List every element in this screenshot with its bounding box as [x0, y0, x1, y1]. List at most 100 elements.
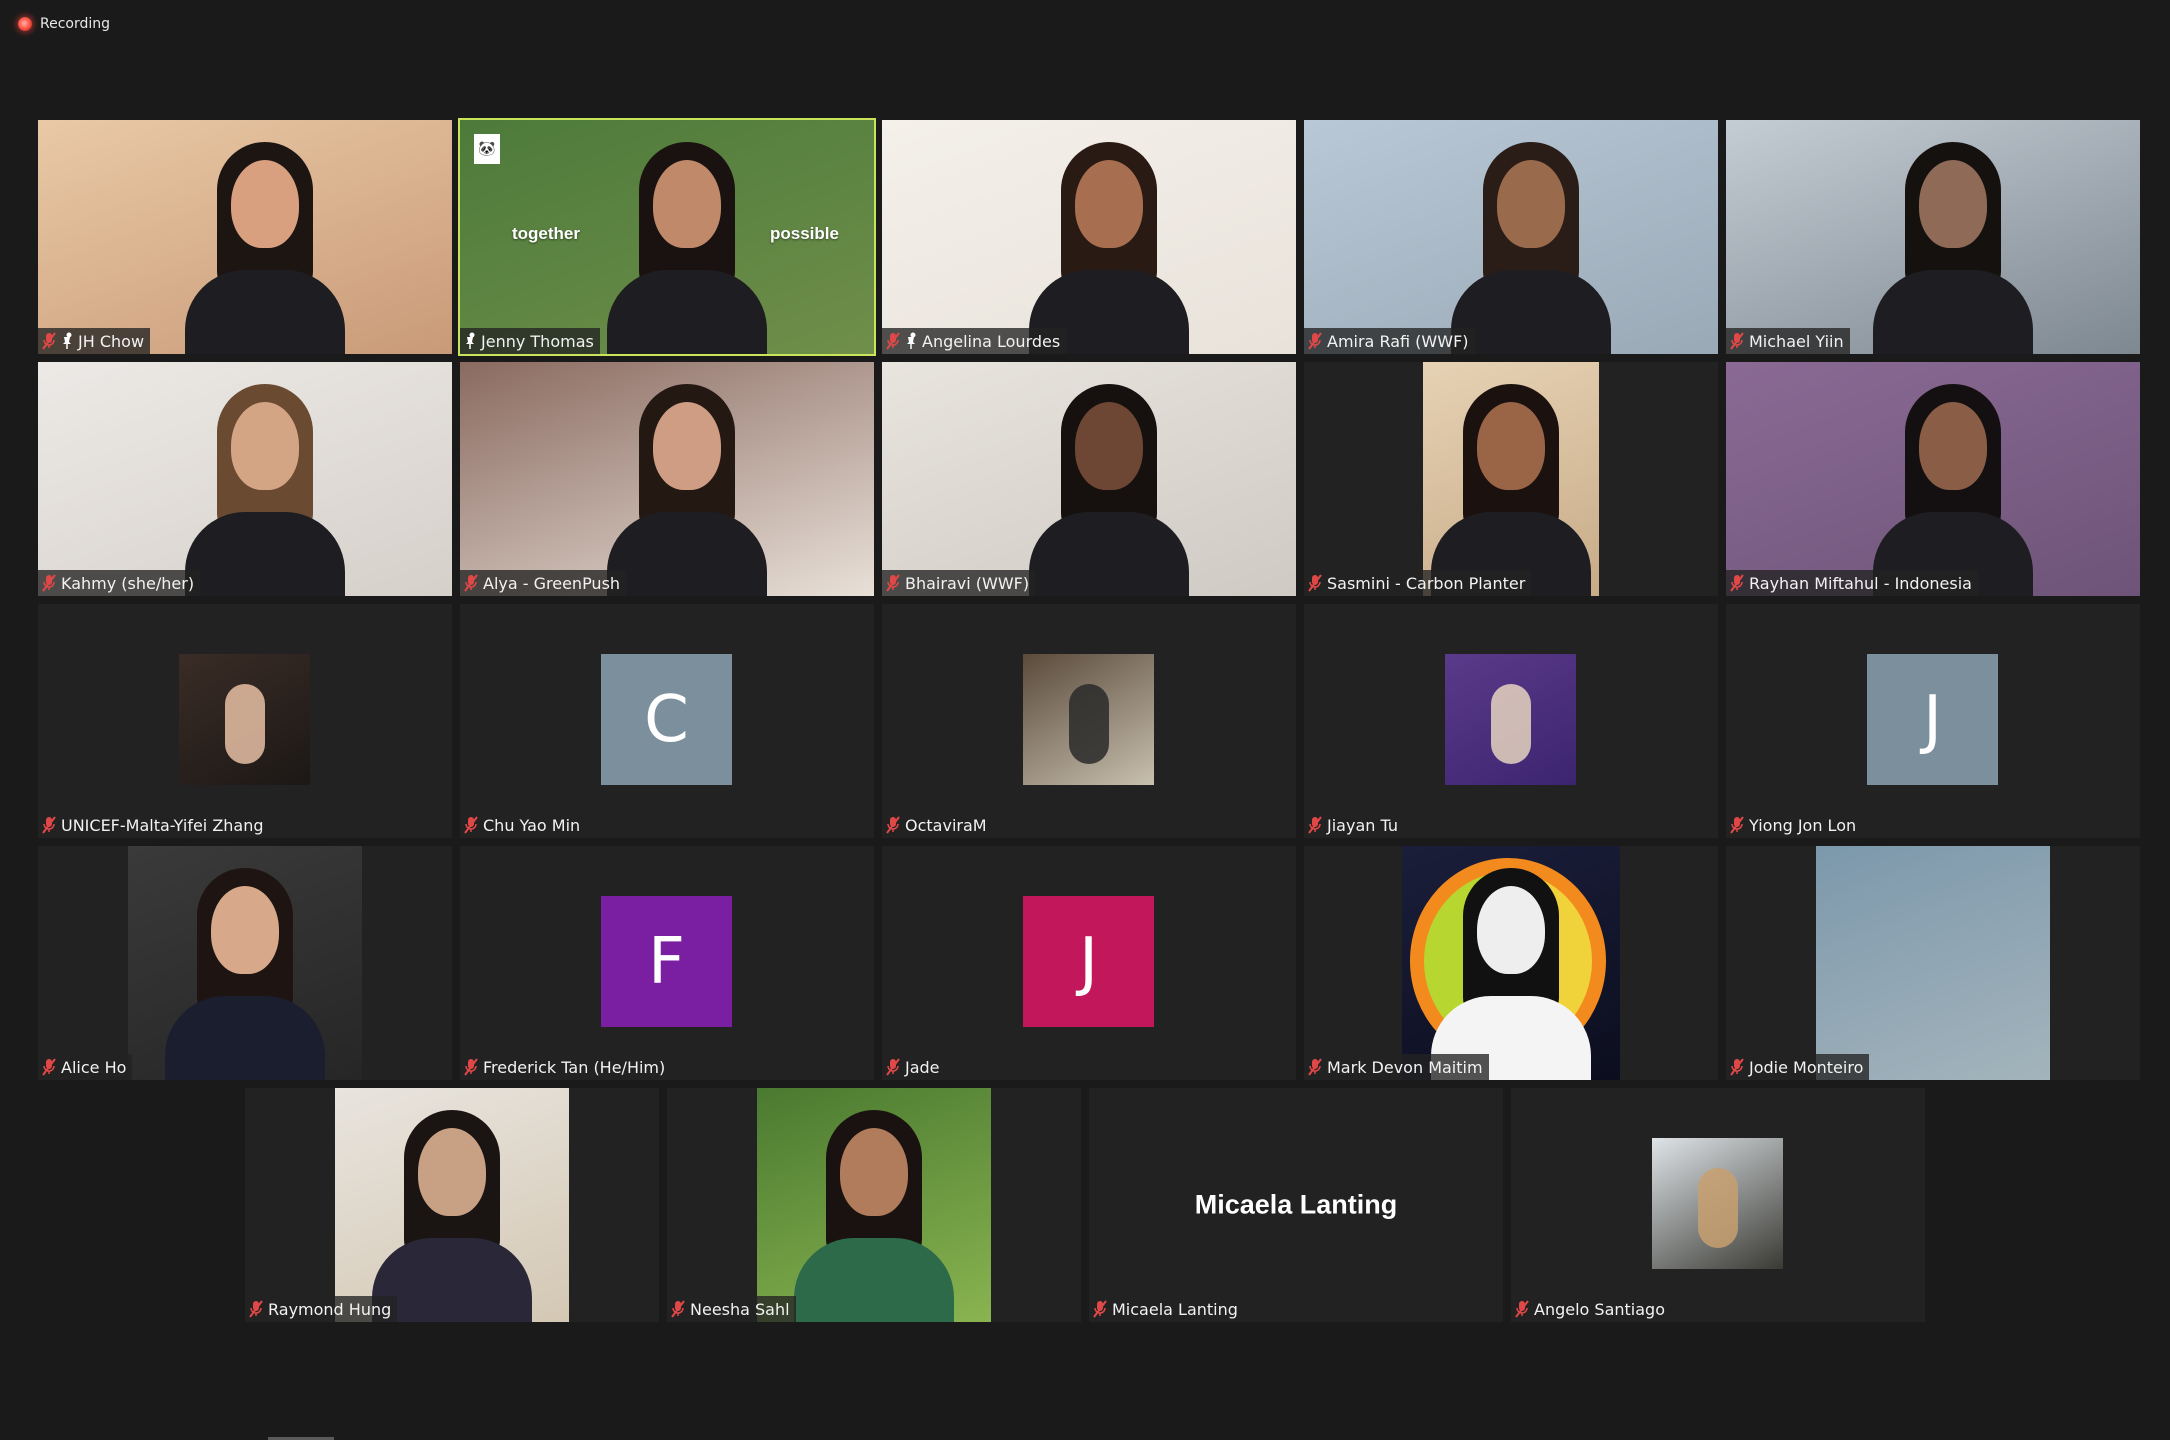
participant-name-label: OctaviraM	[882, 812, 993, 838]
participant-tile[interactable]: J Jade	[882, 846, 1296, 1080]
participant-tile[interactable]: Bhairavi (WWF)	[882, 362, 1296, 596]
person-body	[607, 270, 767, 354]
mic-muted-icon	[1730, 1058, 1744, 1076]
person-body	[1451, 270, 1611, 354]
participant-name-label: Raymond Hung	[245, 1296, 398, 1322]
participant-tile[interactable]: Micaela Lanting Micaela Lanting	[1089, 1088, 1503, 1322]
avatar-initial: F	[601, 896, 732, 1027]
video-feed	[1726, 362, 2140, 596]
video-feed	[1816, 846, 2050, 1080]
participant-name-label: Jodie Monteiro	[1726, 1054, 1870, 1080]
video-feed	[882, 120, 1296, 354]
participant-tile[interactable]: Sasmini - Carbon Planter	[1304, 362, 1718, 596]
participant-name: Chu Yao Min	[483, 815, 581, 835]
participant-name: Mark Devon Maitim	[1327, 1057, 1483, 1077]
participant-tile[interactable]: J Yiong Jon Lon	[1726, 604, 2140, 838]
participant-name: Micaela Lanting	[1112, 1299, 1238, 1319]
mic-muted-icon	[1308, 816, 1322, 834]
participant-tile[interactable]: Raymond Hung	[245, 1088, 659, 1322]
mic-muted-icon	[671, 1300, 685, 1318]
person-face	[1919, 402, 1987, 490]
participant-name-label: UNICEF-Malta-Yifei Zhang	[38, 812, 270, 838]
participant-tile[interactable]: Angelo Santiago	[1511, 1088, 1925, 1322]
participant-name: Angelina Lourdes	[922, 331, 1061, 351]
participant-name: Rayhan Miftahul - Indonesia	[1749, 573, 1972, 593]
participant-name: Alya - GreenPush	[483, 573, 621, 593]
avatar-initial: C	[601, 654, 732, 785]
profile-picture	[1652, 1138, 1783, 1269]
mic-muted-icon	[886, 816, 900, 834]
person-body	[185, 270, 345, 354]
video-feed	[128, 846, 362, 1080]
participant-tile[interactable]: F Frederick Tan (He/Him)	[460, 846, 874, 1080]
person-body	[1029, 512, 1189, 596]
participant-gallery: JH Chow together possible 🐼 Jenny Thomas Ange…	[0, 0, 2170, 1440]
participant-name-label: JH Chow	[38, 328, 151, 354]
participant-name-label: Angelina Lourdes	[882, 328, 1067, 354]
video-feed	[335, 1088, 569, 1322]
participant-tile[interactable]: JH Chow	[38, 120, 452, 354]
video-feed	[882, 362, 1296, 596]
person-face	[1477, 402, 1545, 490]
mic-muted-icon	[464, 1058, 478, 1076]
participant-name: Jiayan Tu	[1327, 815, 1398, 835]
participant-name-label: Angelo Santiago	[1511, 1296, 1671, 1322]
participant-name-label: Neesha Sahl	[667, 1296, 796, 1322]
participant-name-label: Bhairavi (WWF)	[882, 570, 1036, 596]
person-body	[1873, 270, 2033, 354]
participant-name: Yiong Jon Lon	[1749, 815, 1857, 835]
person-face	[840, 1128, 908, 1216]
participant-tile[interactable]: Jodie Monteiro	[1726, 846, 2140, 1080]
participant-tile[interactable]: Jiayan Tu	[1304, 604, 1718, 838]
person-face	[653, 402, 721, 490]
participant-tile[interactable]: Michael Yiin	[1726, 120, 2140, 354]
mic-muted-icon	[1308, 1058, 1322, 1076]
participant-tile[interactable]: UNICEF-Malta-Yifei Zhang	[38, 604, 452, 838]
participant-tile[interactable]: together possible 🐼 Jenny Thomas	[458, 118, 876, 356]
participant-tile[interactable]: Amira Rafi (WWF)	[1304, 120, 1718, 354]
person-face	[418, 1128, 486, 1216]
participant-tile[interactable]: Neesha Sahl	[667, 1088, 1081, 1322]
participant-name-label: Micaela Lanting	[1089, 1296, 1244, 1322]
participant-tile[interactable]: OctaviraM	[882, 604, 1296, 838]
mic-muted-icon	[42, 574, 56, 592]
participant-name-label: Frederick Tan (He/Him)	[460, 1054, 672, 1080]
participant-tile[interactable]: Angelina Lourdes	[882, 120, 1296, 354]
person-face	[1497, 160, 1565, 248]
mic-muted-icon	[249, 1300, 263, 1318]
person-face	[231, 160, 299, 248]
background-text: together	[512, 224, 580, 243]
person-face	[1477, 886, 1545, 974]
participant-tile[interactable]: summitMark Devon Maitim	[1304, 846, 1718, 1080]
mic-muted-icon	[42, 332, 56, 350]
display-name-placeholder: Micaela Lanting	[1194, 1189, 1398, 1220]
profile-subject	[225, 684, 265, 764]
participant-name: Amira Rafi (WWF)	[1327, 331, 1469, 351]
video-feed	[460, 362, 874, 596]
participant-name-label: Michael Yiin	[1726, 328, 1850, 354]
video-feed	[38, 120, 452, 354]
participant-tile[interactable]: Alice Ho	[38, 846, 452, 1080]
participant-name: Jenny Thomas	[481, 331, 594, 351]
video-feed	[1423, 362, 1599, 596]
person-face	[653, 160, 721, 248]
participant-tile[interactable]: Alya - GreenPush	[460, 362, 874, 596]
mic-muted-icon	[886, 1058, 900, 1076]
participant-name: Jodie Monteiro	[1749, 1057, 1864, 1077]
person-face	[1075, 160, 1143, 248]
participant-name-label: Chu Yao Min	[460, 812, 587, 838]
mic-muted-icon	[1730, 574, 1744, 592]
participant-tile[interactable]: Kahmy (she/her)	[38, 362, 452, 596]
person-body	[185, 512, 345, 596]
profile-picture	[1445, 654, 1576, 785]
participant-name: Kahmy (she/her)	[61, 573, 195, 593]
wwf-panda-icon: 🐼	[474, 134, 500, 164]
person-face	[231, 402, 299, 490]
mic-muted-icon	[1730, 816, 1744, 834]
participant-tile[interactable]: C Chu Yao Min	[460, 604, 874, 838]
participant-tile[interactable]: Rayhan Miftahul - Indonesia	[1726, 362, 2140, 596]
video-feed	[38, 362, 452, 596]
mic-muted-icon	[1308, 332, 1322, 350]
participant-name: OctaviraM	[905, 815, 987, 835]
participant-name: Sasmini - Carbon Planter	[1327, 573, 1526, 593]
